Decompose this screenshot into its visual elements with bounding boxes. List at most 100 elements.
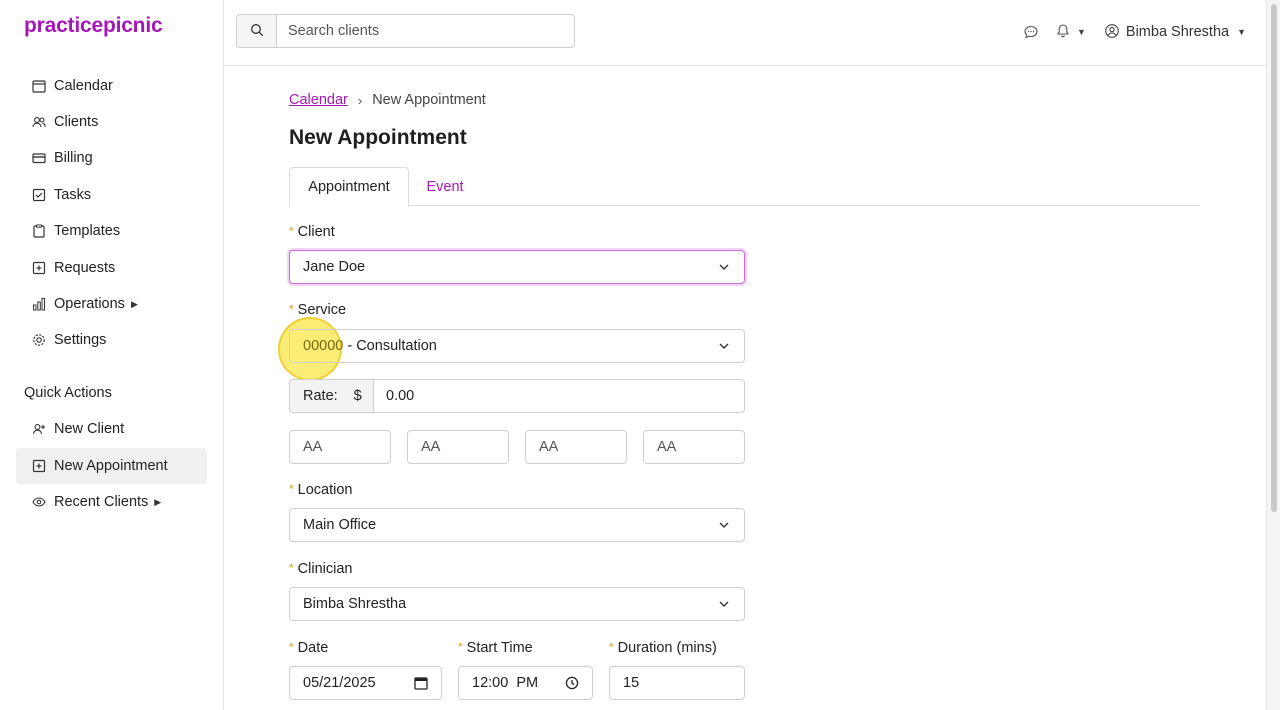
sidebar: practicepicnic Calendar Clients Billing … — [0, 0, 224, 710]
clipboard-icon — [32, 224, 46, 238]
quick-actions-heading: Quick Actions — [24, 385, 112, 401]
required-marker: * — [289, 482, 294, 496]
top-bar: ▼ Bimba Shrestha ▼ — [224, 0, 1266, 66]
caret-down-icon: ▼ — [1076, 27, 1086, 37]
bell-icon — [1055, 23, 1071, 42]
duration-value: 15 — [623, 675, 640, 691]
users-icon — [32, 115, 46, 129]
user-menu[interactable]: Bimba Shrestha ▼ — [1104, 23, 1246, 42]
quick-action-recent-clients[interactable]: Recent Clients ▶ — [16, 485, 207, 519]
bar-chart-icon — [32, 297, 46, 311]
page-scrollbar[interactable] — [1266, 0, 1280, 710]
clock-icon[interactable] — [565, 676, 579, 694]
client-select[interactable]: Jane Doe — [289, 250, 745, 284]
sidebar-item-label: Requests — [54, 260, 116, 276]
client-value: Jane Doe — [303, 259, 366, 275]
rate-input[interactable]: 0.00 — [374, 380, 744, 412]
gear-icon — [32, 333, 46, 347]
date-label: * Date — [289, 640, 329, 656]
duration-input[interactable]: 15 — [609, 666, 745, 700]
user-controls: ▼ Bimba Shrestha ▼ — [1009, 20, 1246, 44]
sidebar-item-label: Operations — [54, 296, 125, 312]
search-icon — [250, 23, 264, 40]
tab-event[interactable]: Event — [409, 167, 481, 206]
client-search — [236, 14, 575, 48]
required-marker: * — [609, 640, 614, 654]
date-input[interactable]: 05/21/2025 — [289, 666, 442, 700]
caret-right-icon: ▶ — [154, 496, 162, 507]
quick-action-new-appointment[interactable]: New Appointment — [16, 448, 207, 484]
chevron-right-icon: › — [357, 92, 363, 108]
clinician-select[interactable]: Bimba Shrestha — [289, 587, 745, 621]
required-marker: * — [289, 224, 294, 238]
sidebar-item-label: Tasks — [54, 187, 92, 203]
rate-input-group: Rate: $ 0.00 — [289, 379, 745, 413]
start-time-value: 12:00 PM — [472, 675, 539, 691]
sidebar-item-clients[interactable]: Clients — [16, 105, 207, 139]
modifier-input-3[interactable]: AA — [525, 430, 627, 464]
quick-action-label: New Appointment — [54, 458, 168, 474]
sidebar-item-operations[interactable]: Operations ▶ — [16, 287, 207, 321]
service-value: 00000 - Consultation — [303, 338, 437, 354]
sidebar-item-templates[interactable]: Templates — [16, 214, 207, 248]
sidebar-item-settings[interactable]: Settings — [16, 323, 207, 357]
sidebar-item-tasks[interactable]: Tasks — [16, 178, 207, 212]
location-select[interactable]: Main Office — [289, 508, 745, 542]
required-marker: * — [458, 640, 463, 654]
sidebar-item-billing[interactable]: Billing — [16, 141, 207, 175]
clinician-label: * Clinician — [289, 561, 353, 577]
breadcrumb-calendar-link[interactable]: Calendar — [289, 92, 348, 108]
user-circle-icon — [1104, 23, 1120, 42]
caret-down-icon: ▼ — [1237, 27, 1246, 37]
modifier-input-1[interactable]: AA — [289, 430, 391, 464]
breadcrumb-current: New Appointment — [372, 92, 486, 108]
duration-label: * Duration (mins) — [609, 640, 717, 656]
service-select[interactable]: 00000 - Consultation — [289, 329, 745, 363]
scrollbar-thumb[interactable] — [1271, 4, 1277, 512]
page-title: New Appointment — [289, 126, 467, 149]
rate-addon: Rate: $ — [290, 380, 374, 412]
rate-label: Rate: — [303, 388, 338, 404]
clinician-value: Bimba Shrestha — [303, 596, 407, 612]
credit-card-icon — [32, 151, 46, 165]
start-time-input[interactable]: 12:00 PM — [458, 666, 593, 700]
tab-appointment[interactable]: Appointment — [289, 167, 409, 207]
sidebar-item-label: Clients — [54, 114, 99, 130]
chevron-down-icon — [718, 519, 730, 535]
appointment-tabs: Appointment Event — [289, 167, 1200, 207]
eye-icon — [32, 495, 46, 509]
notifications-dropdown[interactable]: ▼ — [1055, 23, 1086, 42]
quick-action-new-client[interactable]: New Client — [16, 412, 207, 446]
service-label: * Service — [289, 302, 347, 318]
location-value: Main Office — [303, 517, 377, 533]
quick-action-label: New Client — [54, 421, 125, 437]
checkbox-icon — [32, 188, 46, 202]
user-name: Bimba Shrestha — [1125, 24, 1230, 40]
search-button[interactable] — [237, 15, 277, 47]
modifier-input-2[interactable]: AA — [407, 430, 509, 464]
calendar-picker-icon[interactable] — [414, 676, 428, 694]
location-label: * Location — [289, 482, 353, 498]
quick-action-label: Recent Clients — [54, 494, 149, 510]
required-marker: * — [289, 640, 294, 654]
sidebar-item-label: Settings — [54, 332, 107, 348]
currency-symbol: $ — [353, 388, 362, 404]
start-time-label: * Start Time — [458, 640, 533, 656]
calendar-plus-icon — [32, 459, 46, 473]
sidebar-item-requests[interactable]: Requests — [16, 251, 207, 285]
search-input[interactable] — [277, 15, 574, 47]
modifier-input-4[interactable]: AA — [643, 430, 745, 464]
service-code: 00000 — [303, 338, 344, 354]
sidebar-item-calendar[interactable]: Calendar — [16, 69, 207, 103]
chevron-down-icon — [718, 261, 730, 277]
chat-icon[interactable] — [1023, 24, 1039, 40]
chevron-down-icon — [718, 340, 730, 356]
required-marker: * — [289, 302, 294, 316]
date-value: 05/21/2025 — [303, 675, 376, 691]
user-plus-icon — [32, 422, 46, 436]
chevron-down-icon — [718, 598, 730, 614]
calendar-icon — [32, 79, 46, 93]
breadcrumb: Calendar › New Appointment — [289, 92, 486, 108]
caret-right-icon: ▶ — [130, 298, 138, 309]
app-logo[interactable]: practicepicnic — [24, 14, 163, 38]
